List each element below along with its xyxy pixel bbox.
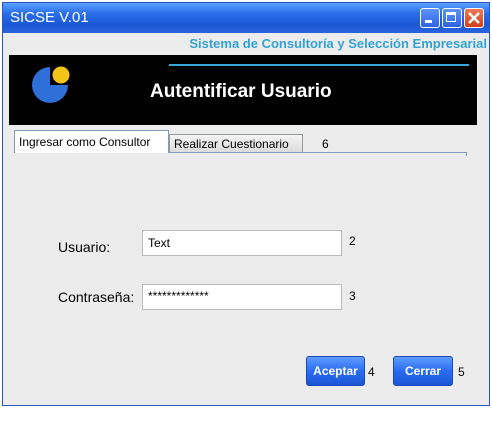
maximize-button[interactable] (442, 8, 462, 28)
header-banner: Autentificar Usuario (9, 55, 477, 125)
accept-button[interactable]: Aceptar (306, 356, 365, 386)
banner-title: Autentificar Usuario (150, 81, 332, 102)
password-field[interactable]: ************* (142, 284, 342, 310)
main-window: SICSE V.01 Sistema de Consultoría y Sele… (2, 2, 490, 406)
username-number: 2 (349, 234, 356, 248)
tab-ingresar-consultor[interactable]: Ingresar como Consultor (14, 130, 169, 153)
username-field[interactable]: Text (142, 230, 342, 256)
close-icon (468, 12, 480, 24)
tab-realizar-cuestionario[interactable]: Realizar Cuestionario (169, 134, 303, 153)
accept-number: 4 (368, 365, 375, 379)
close-number: 5 (458, 365, 465, 379)
cancel-button[interactable]: Cerrar (393, 356, 453, 386)
app-subtitle: Sistema de Consultoría y Selección Empre… (189, 36, 487, 51)
close-window-button[interactable] (464, 8, 484, 28)
app-logo-icon (32, 65, 71, 103)
window-title: SICSE V.01 (10, 9, 89, 26)
title-bar[interactable]: SICSE V.01 (3, 3, 489, 33)
password-label: Contraseña: (58, 289, 135, 305)
banner-divider (169, 64, 469, 66)
username-label: Usuario: (58, 239, 111, 255)
tab-number-label: 6 (322, 137, 329, 151)
password-number: 3 (349, 289, 356, 303)
minimize-button[interactable] (420, 8, 440, 28)
